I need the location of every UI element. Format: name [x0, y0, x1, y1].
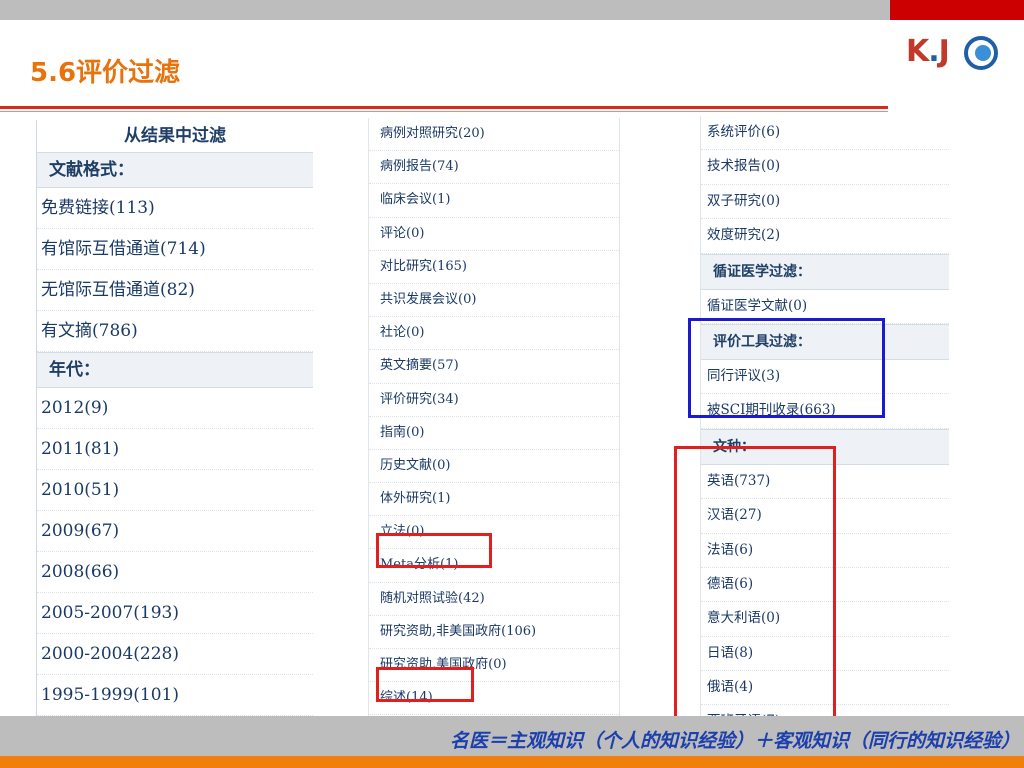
year-filter-link[interactable]: 2010(51) — [37, 470, 313, 511]
language-filter-link[interactable]: 日语(8) — [701, 637, 949, 672]
format-section-heading: 文献格式： — [37, 152, 313, 188]
format-filter-link[interactable]: 无馆际互借通道(82) — [37, 270, 313, 311]
year-filter-link[interactable]: 1995-1999(101) — [37, 675, 313, 716]
language-filter-link[interactable]: 汉语(27) — [701, 499, 949, 534]
evaluation-tool-link[interactable]: 同行评议(3) — [701, 360, 949, 395]
publication-type-link[interactable]: 病例报告(74) — [369, 151, 619, 185]
tool-section-heading: 评价工具过滤： — [701, 323, 949, 360]
publication-type-link[interactable]: 立法(0) — [369, 516, 619, 550]
filter-panel-middle: 病例对照研究(20) 病例报告(74) 临床会议(1) 评论(0) 对比研究(165) 共… — [368, 118, 620, 718]
format-filter-link[interactable]: 免费链接(113) — [37, 188, 313, 229]
year-section-heading: 年代： — [37, 352, 313, 388]
publication-type-link[interactable]: 研究资助,美国政府(0) — [369, 649, 619, 683]
language-filter-link[interactable]: 法语(6) — [701, 534, 949, 568]
evaluation-tool-list: 同行评议(3) 被SCI期刊收录(663) — [701, 360, 949, 429]
year-filter-link[interactable]: 2008(66) — [37, 552, 313, 593]
top-gray-bar — [0, 0, 890, 20]
publication-type-link[interactable]: 病例对照研究(20) — [369, 118, 619, 152]
language-filter-list: 英语(737) 汉语(27) 法语(6) 德语(6) 意大利语(0) 日语(8) 俄语(4)… — [701, 465, 949, 723]
year-filter-link[interactable]: 2005-2007(193) — [37, 593, 313, 634]
evaluation-tool-link[interactable]: 被SCI期刊收录(663) — [701, 394, 949, 429]
language-filter-link[interactable]: 意大利语(0) — [701, 602, 949, 637]
study-type-list: 系统评价(6) 技术报告(0) 双子研究(0) 效度研究(2) — [701, 116, 949, 254]
publication-type-link[interactable]: 综述(14) — [369, 682, 619, 716]
study-type-link[interactable]: 技术报告(0) — [701, 150, 949, 185]
publication-type-link[interactable]: 随机对照试验(42) — [369, 583, 619, 616]
publication-type-link[interactable]: 研究资助,非美国政府(106) — [369, 616, 619, 649]
format-filter-link[interactable]: 有馆际互借通道(714) — [37, 229, 313, 270]
study-type-link[interactable]: 效度研究(2) — [701, 219, 949, 254]
filter-panel-left: 从结果中过滤 文献格式： 免费链接(113) 有馆际互借通道(714) 无馆际互借通… — [36, 120, 313, 716]
filter-panel-right: 系统评价(6) 技术报告(0) 双子研究(0) 效度研究(2) 循证医学过滤： 循证医… — [700, 116, 949, 723]
year-filter-link[interactable]: 2009(67) — [37, 511, 313, 552]
publication-type-link[interactable]: 历史文献(0) — [369, 450, 619, 484]
format-filter-link[interactable]: 有文摘(786) — [37, 311, 313, 352]
logo-ring-icon — [964, 36, 998, 70]
year-filter-link[interactable]: 2012(9) — [37, 388, 313, 429]
ebm-section-heading: 循证医学过滤： — [701, 253, 949, 290]
publication-type-link[interactable]: 对比研究(165) — [369, 251, 619, 284]
language-section-heading: 文种： — [701, 428, 949, 465]
publication-type-link[interactable]: 评价研究(34) — [369, 384, 619, 417]
ebm-filter-list: 循证医学文献(0) — [701, 290, 949, 324]
title-underline-thin — [0, 111, 888, 112]
ebm-filter-link[interactable]: 循证医学文献(0) — [701, 290, 949, 324]
publication-type-link[interactable]: 共识发展会议(0) — [369, 284, 619, 318]
publication-type-link[interactable]: 体外研究(1) — [369, 483, 619, 517]
footer-slogan: 名医＝主观知识（个人的知识经验）＋客观知识（同行的知识经验） — [449, 730, 1020, 752]
year-filter-link[interactable]: 2000-2004(228) — [37, 634, 313, 675]
logo-text: K.J — [906, 34, 950, 69]
publication-type-link[interactable]: 英文摘要(57) — [369, 350, 619, 384]
top-red-accent — [890, 0, 1024, 20]
slide-title: 5.6评价过滤 — [30, 58, 181, 88]
publication-type-link[interactable]: 指南(0) — [369, 417, 619, 450]
study-type-link[interactable]: 系统评价(6) — [701, 116, 949, 151]
publication-type-link[interactable]: 社论(0) — [369, 317, 619, 351]
publication-type-link[interactable]: 评论(0) — [369, 218, 619, 251]
year-filter-list: 2012(9) 2011(81) 2010(51) 2009(67) 2008(66) 2… — [37, 388, 313, 716]
filter-results-header: 从结果中过滤 — [124, 126, 226, 146]
publication-type-link[interactable]: Meta分析(1) — [369, 549, 619, 583]
language-filter-link[interactable]: 英语(737) — [701, 465, 949, 500]
bottom-orange-bar — [0, 756, 1024, 768]
language-filter-link[interactable]: 俄语(4) — [701, 671, 949, 706]
year-filter-link[interactable]: 2011(81) — [37, 429, 313, 470]
publication-type-list: 病例对照研究(20) 病例报告(74) 临床会议(1) 评论(0) 对比研究(165) 共… — [369, 118, 619, 716]
publication-type-link[interactable]: 临床会议(1) — [369, 184, 619, 218]
kj-logo: K.J — [906, 34, 1006, 74]
title-underline — [0, 106, 888, 109]
study-type-link[interactable]: 双子研究(0) — [701, 185, 949, 220]
language-filter-link[interactable]: 德语(6) — [701, 568, 949, 603]
format-filter-list: 免费链接(113) 有馆际互借通道(714) 无馆际互借通道(82) 有文摘(786) — [37, 188, 313, 352]
